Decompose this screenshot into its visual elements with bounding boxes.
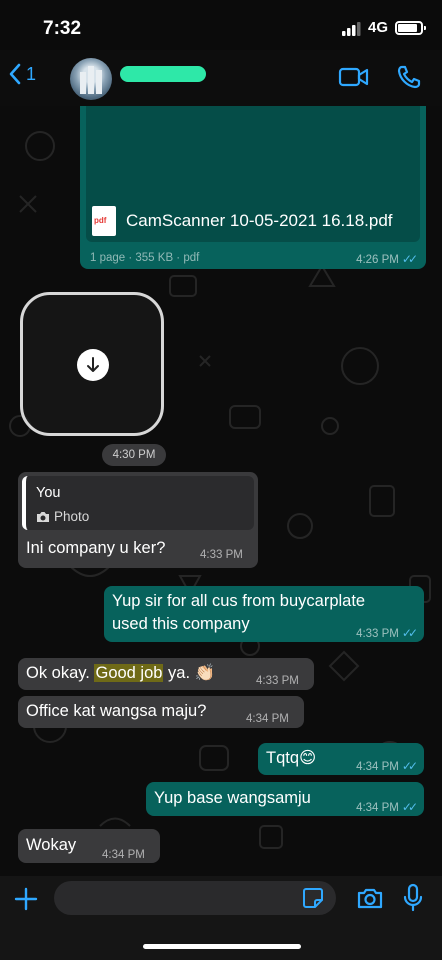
phone-call-icon[interactable]: [396, 64, 422, 90]
battery-icon: [395, 21, 426, 35]
pdf-file-info: 1 page · 355 KB · pdf: [90, 252, 200, 264]
message-time: 4:33 PM: [200, 549, 243, 561]
status-time: 7:32: [43, 18, 82, 39]
message-input-box[interactable]: [54, 881, 336, 915]
incoming-message[interactable]: Wokay 4:34 PM: [18, 829, 160, 863]
unread-count: 1: [26, 63, 37, 84]
reply-message[interactable]: You Photo Ini company u ker? 4:33 PM: [18, 472, 258, 568]
message-meta: 4:34 PM ✓✓: [356, 800, 418, 814]
outgoing-message[interactable]: Tqtq😊 4:34 PM ✓✓: [258, 743, 424, 775]
message-input[interactable]: [54, 881, 294, 915]
read-ticks-icon: ✓✓: [401, 759, 418, 773]
plus-icon[interactable]: [13, 886, 39, 912]
message-text: Ok okay. Good job ya. 👏🏻: [26, 664, 216, 682]
message-text-line2: used this company: [112, 615, 250, 633]
microphone-icon[interactable]: [403, 883, 423, 913]
read-ticks-icon: ✓✓: [401, 626, 418, 640]
message-text: Yup base wangsamju: [154, 789, 311, 807]
download-icon: [87, 357, 99, 372]
quote-photo-label: Photo: [36, 505, 89, 528]
search-highlight: Good job: [94, 664, 164, 682]
camera-icon: [37, 511, 49, 522]
chat-header: 1: [0, 50, 442, 106]
download-button[interactable]: [77, 349, 109, 381]
video-call-icon[interactable]: [338, 66, 370, 88]
message-meta: 4:34 PM ✓✓: [356, 759, 418, 773]
incoming-message[interactable]: Office kat wangsa maju? 4:34 PM: [18, 696, 304, 728]
composer-bar: [0, 876, 442, 960]
sticker-message[interactable]: [20, 292, 164, 436]
signal-icon: [342, 22, 361, 36]
message-time: 4:26 PM: [356, 254, 399, 266]
pdf-file-row[interactable]: pdf CamScanner 10-05-2021 16.18.pdf: [86, 204, 420, 238]
read-ticks-icon: ✓✓: [401, 800, 418, 814]
quote-author: You: [36, 485, 61, 501]
message-text: Tqtq😊: [266, 749, 317, 767]
chat-area[interactable]: pdf CamScanner 10-05-2021 16.18.pdf 1 pa…: [0, 106, 442, 876]
camera-icon[interactable]: [356, 886, 384, 910]
pdf-message[interactable]: pdf CamScanner 10-05-2021 16.18.pdf 1 pa…: [80, 106, 426, 269]
pdf-file-icon: pdf: [92, 206, 116, 236]
message-meta: 4:26 PM ✓✓: [356, 252, 418, 266]
back-chevron-icon: [9, 63, 21, 85]
sticker-time: 4:30 PM: [102, 444, 166, 466]
quoted-message[interactable]: You Photo: [22, 476, 254, 530]
home-indicator: [143, 944, 301, 949]
outgoing-message[interactable]: Yup sir for all cus from buycarplate use…: [104, 586, 424, 642]
message-text-line1: Yup sir for all cus from buycarplate: [112, 592, 366, 610]
message-meta: 4:33 PM ✓✓: [356, 626, 418, 640]
pdf-filename: CamScanner 10-05-2021 16.18.pdf: [126, 211, 393, 230]
status-bar: 7:32 4G: [0, 0, 442, 50]
message-text: Ini company u ker?: [26, 539, 166, 557]
outgoing-message[interactable]: Yup base wangsamju 4:34 PM ✓✓: [146, 782, 424, 816]
sticker-icon[interactable]: [302, 887, 324, 909]
message-text: Office kat wangsa maju?: [26, 702, 207, 720]
incoming-message[interactable]: Ok okay. Good job ya. 👏🏻 4:33 PM: [18, 658, 314, 690]
message-time: 4:34 PM: [246, 713, 289, 725]
message-time: 4:33 PM: [256, 675, 299, 687]
read-ticks-icon: ✓✓: [401, 252, 418, 266]
back-button[interactable]: 1: [8, 62, 36, 86]
network-type: 4G: [368, 19, 389, 36]
message-time: 4:34 PM: [102, 849, 145, 861]
contact-name-redacted[interactable]: [120, 66, 206, 82]
avatar[interactable]: [70, 58, 112, 100]
message-text: Wokay: [26, 836, 77, 854]
